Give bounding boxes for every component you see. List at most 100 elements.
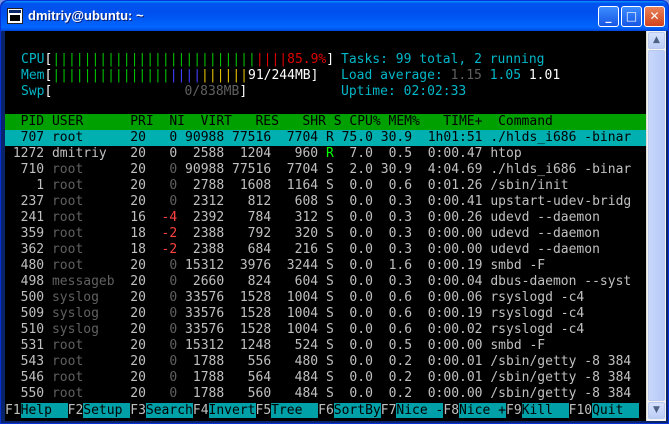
process-row[interactable]: 707 root 20 0 90988 77516 7704 R 75.0 30… xyxy=(5,130,646,146)
minimize-button[interactable]: _ xyxy=(598,6,619,27)
process-nice: 0 xyxy=(145,162,178,177)
fkey-f1-button[interactable]: F1Help xyxy=(5,403,68,418)
process-priority: 20 xyxy=(122,354,146,369)
process-row[interactable]: 510 syslog 20 0 33576 1528 1004 S 0.0 0.… xyxy=(5,322,646,338)
process-command: rsyslogd -c4 xyxy=(490,322,585,337)
process-priority: 20 xyxy=(122,178,146,193)
title-bar[interactable]: dmitriy@ubuntu: ~ _ □ ✕ xyxy=(1,1,668,31)
process-priority: 20 xyxy=(122,290,146,305)
process-priority: 20 xyxy=(122,386,146,401)
cpu-meter: CPU[||||||||||||||||||||||||||||||85.9%] xyxy=(21,52,335,67)
process-virt: 33576 xyxy=(177,290,225,305)
process-cpu: 0.0 xyxy=(333,306,373,321)
fkey-f1-key: F1 xyxy=(5,403,21,418)
fkey-f7-key: F7 xyxy=(380,403,397,418)
fkey-f3-button[interactable]: F3Search xyxy=(130,403,193,418)
process-cpu: 0.0 xyxy=(333,242,373,257)
process-res: 684 xyxy=(224,242,272,257)
process-pid: 359 xyxy=(5,226,45,241)
process-row[interactable]: 480 root 20 0 15312 3976 3244 S 0.0 1.6 … xyxy=(5,258,646,274)
close-button[interactable]: ✕ xyxy=(644,6,665,27)
scroll-down-button[interactable]: ▼ xyxy=(648,402,665,419)
process-row[interactable]: 1 root 20 0 2788 1608 1164 S 0.0 0.6 0:0… xyxy=(5,178,646,194)
process-row[interactable]: 1272 dmitriy 20 0 2588 1204 960 R 7.0 0.… xyxy=(5,146,646,162)
process-virt: 1788 xyxy=(177,354,225,369)
fkey-f9-button[interactable]: F9Kill xyxy=(506,403,569,418)
scroll-up-button[interactable]: ▲ xyxy=(648,32,665,49)
process-res: 1248 xyxy=(224,338,272,353)
process-command: dbus-daemon --syst xyxy=(490,274,632,289)
process-command: ./hlds_i686 -binar xyxy=(490,130,632,145)
process-virt: 33576 xyxy=(177,306,225,321)
process-row[interactable]: 500 syslog 20 0 33576 1528 1004 S 0.0 0.… xyxy=(5,290,646,306)
htop-terminal[interactable]: CPU[||||||||||||||||||||||||||||||85.9%]… xyxy=(5,31,646,421)
process-time: 0:00.01 xyxy=(412,354,483,369)
vertical-scrollbar[interactable]: ▲ ▼ xyxy=(646,31,666,421)
process-shr: 480 xyxy=(271,354,319,369)
process-row[interactable]: 531 root 20 0 15312 1248 524 S 0.0 0.5 0… xyxy=(5,338,646,354)
fkey-f2-button[interactable]: F2Setup xyxy=(68,403,131,418)
process-cpu: 0.0 xyxy=(333,386,373,401)
process-state: S xyxy=(325,370,334,385)
process-pid: 237 xyxy=(5,194,45,209)
process-row[interactable]: 359 root 18 -2 2388 792 320 S 0.0 0.3 0:… xyxy=(5,226,646,242)
process-shr: 604 xyxy=(271,274,319,289)
process-row[interactable]: 509 syslog 20 0 33576 1528 1004 S 0.0 0.… xyxy=(5,306,646,322)
mem-usage: 91/244MB xyxy=(248,68,311,83)
process-state: S xyxy=(325,322,334,337)
process-state: S xyxy=(325,226,334,241)
process-virt: 2660 xyxy=(177,274,225,289)
fkey-f5-button[interactable]: F5Tree xyxy=(256,403,319,418)
process-mem: 0.2 xyxy=(372,370,413,385)
process-pid: 480 xyxy=(5,258,45,273)
process-row[interactable]: 498 messageb 20 0 2660 824 604 S 0.0 0.3… xyxy=(5,274,646,290)
process-res: 812 xyxy=(224,194,272,209)
process-mem: 1.6 xyxy=(372,258,413,273)
process-nice: 0 xyxy=(145,322,178,337)
process-mem: 0.6 xyxy=(372,306,413,321)
scroll-thumb[interactable] xyxy=(648,50,665,401)
swap-usage: 0/838MB xyxy=(184,84,240,99)
fkey-f7-button[interactable]: F7Nice - xyxy=(381,403,444,418)
fkey-f10-key: F10 xyxy=(568,403,593,418)
process-nice: 0 xyxy=(145,274,178,289)
process-mem: 0.3 xyxy=(372,242,413,257)
process-priority: 20 xyxy=(122,194,146,209)
process-priority: 16 xyxy=(122,210,146,225)
process-row[interactable]: 237 root 20 0 2312 812 608 S 0.0 0.3 0:0… xyxy=(5,194,646,210)
process-user: root xyxy=(51,178,123,193)
process-pid: 546 xyxy=(5,370,45,385)
swap-meter: Swp[0/838MB] xyxy=(21,84,248,99)
process-nice: 0 xyxy=(145,370,178,385)
process-row[interactable]: 362 root 18 -2 2388 684 216 S 0.0 0.3 0:… xyxy=(5,242,646,258)
process-virt: 15312 xyxy=(177,258,225,273)
fkey-f10-button[interactable]: F10Quit xyxy=(568,403,640,418)
process-nice: 0 xyxy=(145,194,178,209)
process-priority: 18 xyxy=(122,226,146,241)
process-row[interactable]: 550 root 20 0 1788 560 484 S 0.0 0.2 0:0… xyxy=(5,386,646,402)
fkey-f8-button[interactable]: F8Nice + xyxy=(443,403,506,418)
process-cpu: 0.0 xyxy=(333,338,373,353)
process-row[interactable]: 546 root 20 0 1788 564 484 S 0.0 0.2 0:0… xyxy=(5,370,646,386)
fkey-f4-button[interactable]: F4Invert xyxy=(193,403,256,418)
maximize-button[interactable]: □ xyxy=(621,6,642,27)
process-command: htop xyxy=(490,146,522,161)
process-mem: 0.3 xyxy=(372,226,413,241)
fkey-f2-key: F2 xyxy=(67,403,84,418)
process-user: root xyxy=(51,130,123,145)
process-state: S xyxy=(325,306,334,321)
process-row[interactable]: 710 root 20 0 90988 77516 7704 S 2.0 30.… xyxy=(5,162,646,178)
process-state: S xyxy=(325,210,334,225)
process-row[interactable]: 543 root 20 0 1788 556 480 S 0.0 0.2 0:0… xyxy=(5,354,646,370)
fkey-f6-label: SortBy xyxy=(333,403,381,418)
terminal-window: dmitriy@ubuntu: ~ _ □ ✕ CPU[||||||||||||… xyxy=(0,0,669,424)
process-pid: 710 xyxy=(5,162,45,177)
process-table-header[interactable]: PID USER PRI NI VIRT RES SHR S CPU% MEM%… xyxy=(5,114,646,130)
process-nice: -2 xyxy=(145,226,178,241)
process-shr: 608 xyxy=(271,194,319,209)
process-pid: 1272 xyxy=(5,146,45,161)
process-virt: 90988 xyxy=(177,162,225,177)
fkey-f6-button[interactable]: F6SortBy xyxy=(318,403,381,418)
process-row[interactable]: 241 root 16 -4 2392 784 312 S 0.0 0.3 0:… xyxy=(5,210,646,226)
process-command: udevd --daemon xyxy=(490,242,600,257)
